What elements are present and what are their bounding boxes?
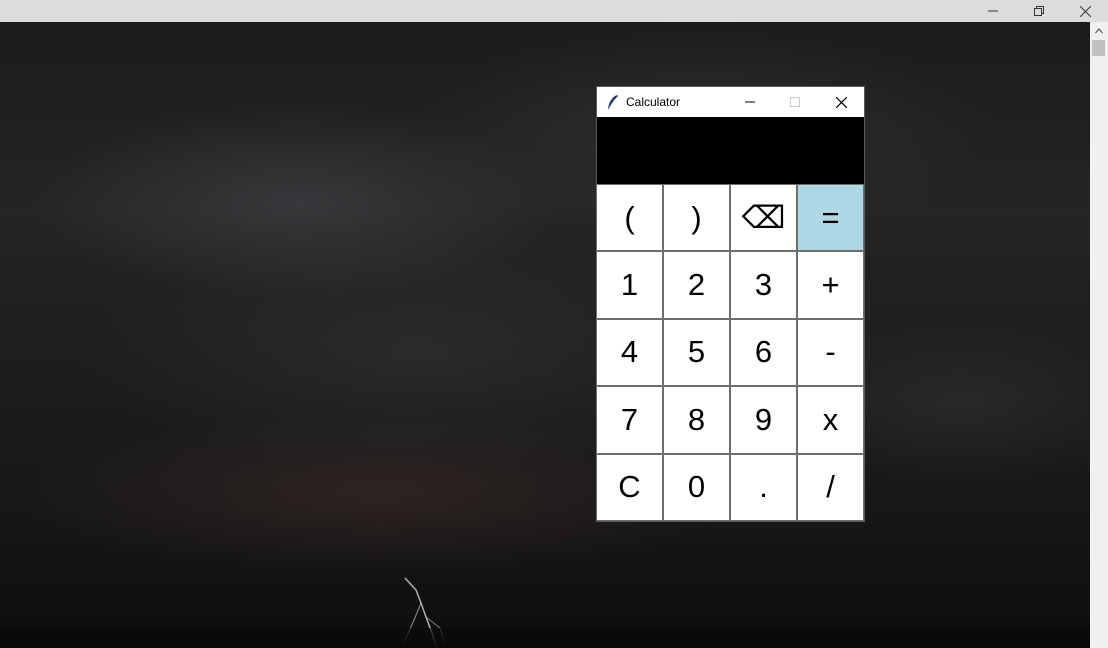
- host-minimize-button[interactable]: [970, 0, 1016, 22]
- host-window-controls: [970, 0, 1108, 22]
- divide-button[interactable]: /: [797, 453, 864, 521]
- host-titlebar: [0, 0, 1108, 22]
- scroll-up-button[interactable]: [1090, 22, 1108, 39]
- scroll-thumb[interactable]: [1092, 40, 1105, 56]
- multiply-button[interactable]: x: [797, 386, 864, 454]
- restore-icon: [1034, 6, 1044, 16]
- key-9[interactable]: 9: [730, 386, 797, 454]
- equals-button[interactable]: =: [797, 184, 864, 252]
- key-1[interactable]: 1: [596, 251, 663, 319]
- feather-icon: [607, 95, 618, 110]
- minimize-icon: [745, 101, 755, 103]
- lightning-bolt: [401, 577, 447, 648]
- host-close-button[interactable]: [1062, 0, 1108, 22]
- decimal-button[interactable]: .: [730, 453, 797, 521]
- key-7[interactable]: 7: [596, 386, 663, 454]
- calculator-titlebar[interactable]: Calculator: [597, 87, 864, 117]
- close-button[interactable]: [818, 87, 864, 117]
- close-icon: [835, 96, 847, 108]
- key-close-paren[interactable]: ): [663, 184, 730, 252]
- key-6[interactable]: 6: [730, 318, 797, 387]
- clear-button[interactable]: C: [596, 453, 663, 521]
- key-0[interactable]: 0: [663, 453, 730, 521]
- chevron-up-icon: [1095, 27, 1103, 33]
- close-icon: [1079, 5, 1091, 17]
- key-2[interactable]: 2: [663, 251, 730, 319]
- maximize-button[interactable]: [772, 87, 818, 117]
- key-8[interactable]: 8: [663, 386, 730, 454]
- window-title: Calculator: [626, 95, 681, 109]
- desktop-wallpaper: [0, 22, 1090, 648]
- key-3[interactable]: 3: [730, 251, 797, 319]
- plus-button[interactable]: +: [797, 251, 864, 319]
- minimize-icon: [988, 10, 998, 12]
- backspace-button[interactable]: ⌫: [730, 184, 797, 252]
- minimize-button[interactable]: [727, 87, 773, 117]
- host-scrollbar[interactable]: [1090, 22, 1108, 648]
- key-4[interactable]: 4: [596, 318, 663, 387]
- key-5[interactable]: 5: [663, 318, 730, 387]
- keypad: ( ) ⌫ = 1 2 3 + 4 5 6 - 7 8 9 x C 0 . /: [596, 184, 864, 521]
- calculator-display: [597, 117, 864, 185]
- key-open-paren[interactable]: (: [596, 184, 663, 252]
- treeline: [0, 628, 1090, 648]
- calculator-window: Calculator ( ) ⌫ = 1 2 3 + 4 5 6 - 7 8 9…: [596, 87, 864, 521]
- minus-button[interactable]: -: [797, 318, 864, 387]
- host-restore-button[interactable]: [1016, 0, 1062, 22]
- maximize-icon: [790, 97, 800, 107]
